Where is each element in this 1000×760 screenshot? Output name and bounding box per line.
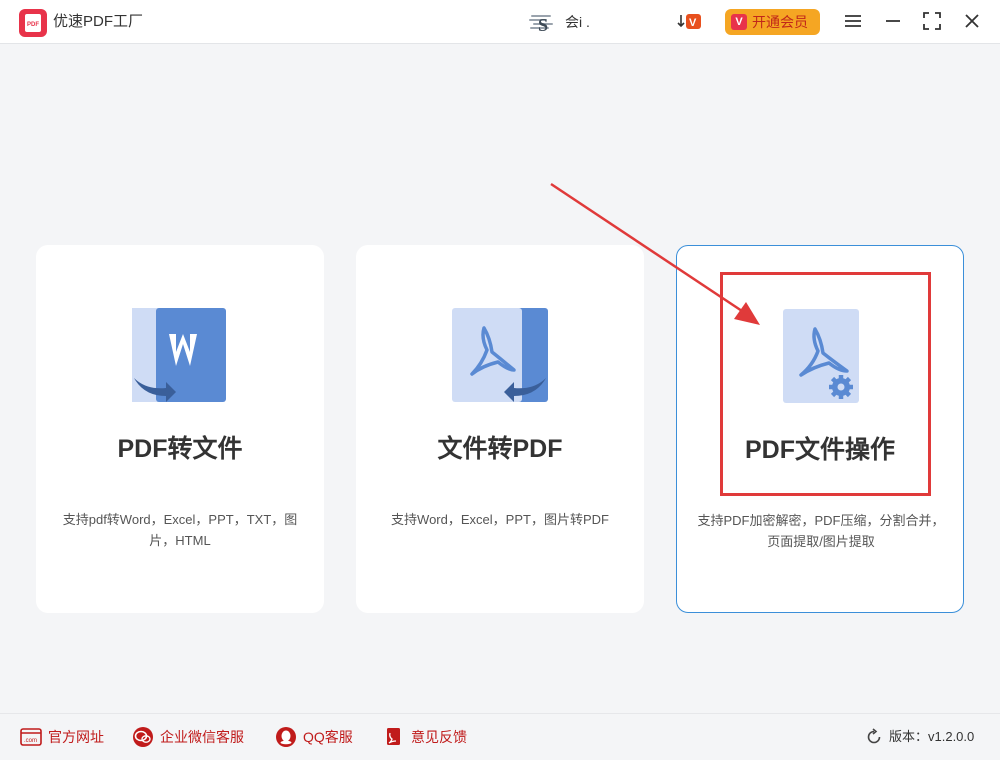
maximize-icon[interactable] <box>921 10 943 32</box>
card-title: PDF转文件 <box>117 435 243 463</box>
website-icon: .com <box>20 728 42 746</box>
wechat-service-link[interactable]: 企业微信客服 <box>132 725 244 749</box>
qq-service-link[interactable]: QQ客服 <box>275 725 353 749</box>
card-title: 文件转PDF <box>437 435 563 463</box>
user-name[interactable]: 会i . <box>565 13 590 31</box>
wechat-icon <box>133 727 153 747</box>
minimize-icon[interactable] <box>882 10 904 32</box>
footer-link-label: 企业微信客服 <box>160 729 244 745</box>
version-label: 版本：v1.2.0.0 <box>889 729 975 744</box>
app-title: 优速PDF工厂 <box>53 13 144 30</box>
footer-link-label: QQ客服 <box>303 729 353 745</box>
close-icon[interactable] <box>961 10 983 32</box>
vip-badge-icon: V <box>731 14 747 30</box>
file-to-pdf-icon <box>452 308 548 402</box>
vip-status-icon: V <box>677 14 701 29</box>
footer-link-label: 官方网址 <box>48 729 104 745</box>
svg-text:.com: .com <box>24 738 37 744</box>
qq-icon <box>276 727 296 747</box>
open-vip-button[interactable]: V 开通会员 <box>725 9 820 35</box>
version-info[interactable]: 版本：v1.2.0.0 <box>865 727 974 747</box>
card-description: 支持pdf转Word，Excel，PPT，TXT，图片，HTML <box>62 512 298 548</box>
pdf-to-file-card[interactable]: PDF转文件 支持pdf转Word，Excel，PPT，TXT，图片，HTML <box>36 245 324 613</box>
annotation-arrow-icon <box>550 182 760 325</box>
user-avatar-icon[interactable]: S <box>528 11 556 35</box>
official-website-link[interactable]: .com 官方网址 <box>20 725 104 749</box>
menu-icon[interactable] <box>842 10 864 32</box>
card-description: 支持PDF加密解密，PDF压缩，分割合并，页面提取/图片提取 <box>697 513 945 549</box>
footer: .com 官方网址 企业微信客服 QQ客服 意见反馈 版本：v1.2.0.0 <box>0 713 1000 760</box>
refresh-icon <box>867 728 881 744</box>
feedback-icon <box>387 728 400 745</box>
svg-text:V: V <box>689 17 697 29</box>
feedback-link[interactable]: 意见反馈 <box>383 725 467 749</box>
app-logo: PDF <box>19 9 47 37</box>
pdf-to-word-icon <box>132 308 226 402</box>
footer-link-label: 意见反馈 <box>411 729 467 745</box>
card-description: 支持Word，Excel，PPT，图片转PDF <box>391 512 609 527</box>
title-bar: PDF 优速PDF工厂 S 会i . V V 开通会员 <box>0 0 1000 44</box>
svg-text:S: S <box>538 15 548 35</box>
open-vip-label: 开通会员 <box>752 14 808 30</box>
